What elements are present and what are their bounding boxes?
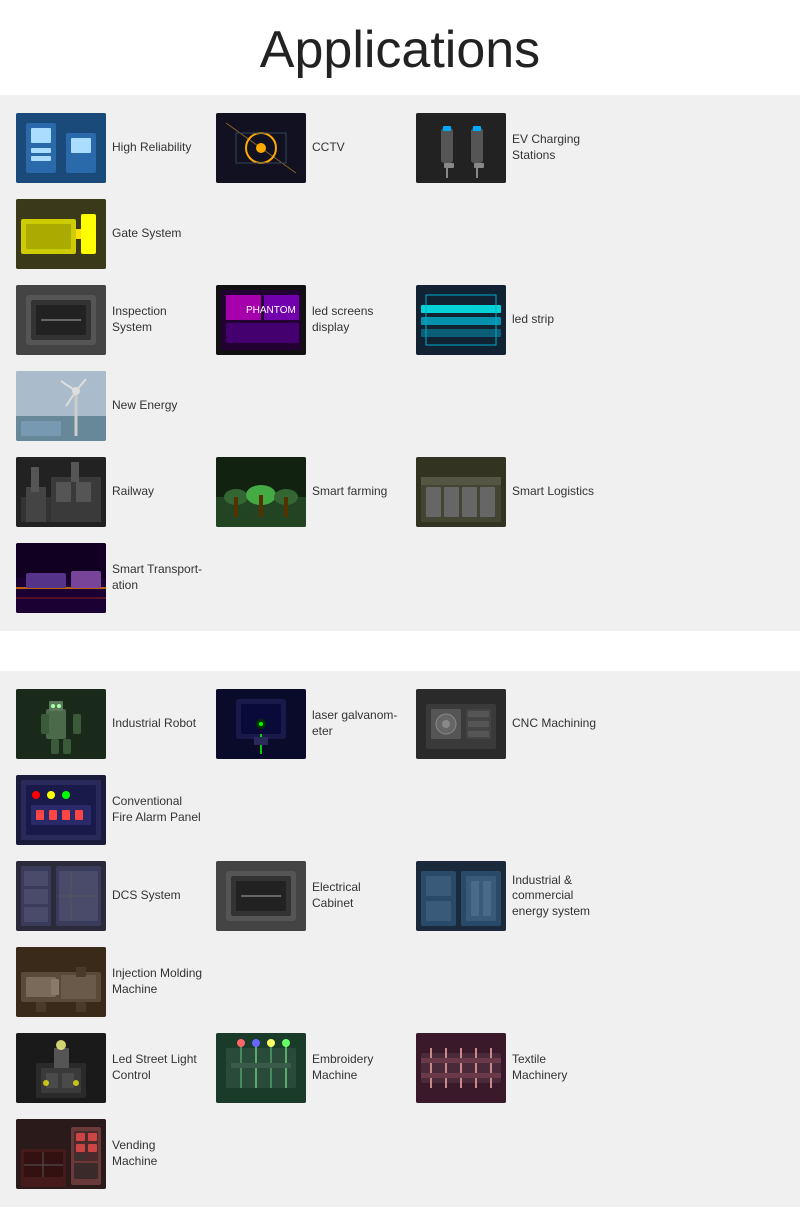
app-item[interactable]: CCTV xyxy=(210,105,410,191)
app-label: Conventional Fire Alarm Panel xyxy=(112,794,204,825)
app-item[interactable]: laser galvanom-eter xyxy=(210,681,410,767)
app-label: Gate System xyxy=(112,226,204,242)
app-label: EV Charging Stations xyxy=(512,132,604,163)
app-item[interactable]: EV Charging Stations xyxy=(410,105,610,191)
app-item[interactable]: Smart farming xyxy=(210,449,410,535)
grid-row-2-2: DCS System Electrical Cabinet Industrial… xyxy=(10,853,790,1025)
app-thumbnail xyxy=(16,1119,106,1189)
grid-row-2-1: Industrial Robot laser galvanom-eter CNC… xyxy=(10,681,790,853)
grid-row-1-2: Inspection System PHANTOM led screens di… xyxy=(10,277,790,449)
grid-row-2-3: Led Street Light Control Embroidery Mach… xyxy=(10,1025,790,1197)
app-thumbnail xyxy=(216,457,306,527)
app-thumbnail xyxy=(416,1033,506,1103)
grid-row-1-1: High Reliability CCTV EV Charging Statio… xyxy=(10,105,790,277)
app-thumbnail xyxy=(416,285,506,355)
section-1: High Reliability CCTV EV Charging Statio… xyxy=(0,95,800,631)
app-thumbnail xyxy=(216,113,306,183)
app-thumbnail xyxy=(16,947,106,1017)
app-label: Industrial Robot xyxy=(112,716,204,732)
app-label: Electrical Cabinet xyxy=(312,880,404,911)
app-item[interactable]: Led Street Light Control xyxy=(10,1025,210,1111)
app-label: Inspection System xyxy=(112,304,204,335)
app-label: Smart Logistics xyxy=(512,484,604,500)
app-thumbnail: PHANTOM xyxy=(216,285,306,355)
page-title: Applications xyxy=(0,0,800,95)
grid-row-1-3: Railway Smart farming Smart Logistics Sm… xyxy=(10,449,790,621)
app-label: Smart Transport-ation xyxy=(112,562,204,593)
app-thumbnail xyxy=(16,543,106,613)
app-thumbnail xyxy=(216,861,306,931)
app-label: CCTV xyxy=(312,140,404,156)
app-item[interactable]: Railway xyxy=(10,449,210,535)
app-label: Embroidery Machine xyxy=(312,1052,404,1083)
app-item[interactable]: Smart Transport-ation xyxy=(10,535,210,621)
app-item[interactable]: New Energy xyxy=(10,363,210,449)
app-item[interactable]: Inspection System xyxy=(10,277,210,363)
app-thumbnail xyxy=(16,1033,106,1103)
app-label: laser galvanom-eter xyxy=(312,708,404,739)
app-item[interactable]: Conventional Fire Alarm Panel xyxy=(10,767,210,853)
app-label: Vending Machine xyxy=(112,1138,204,1169)
app-item[interactable]: PHANTOM led screens display xyxy=(210,277,410,363)
app-item[interactable]: High Reliability xyxy=(10,105,210,191)
app-thumbnail xyxy=(416,861,506,931)
app-thumbnail xyxy=(16,457,106,527)
app-thumbnail xyxy=(216,1033,306,1103)
app-thumbnail xyxy=(16,689,106,759)
app-thumbnail xyxy=(416,689,506,759)
app-thumbnail xyxy=(16,861,106,931)
app-thumbnail xyxy=(16,775,106,845)
app-label: Led Street Light Control xyxy=(112,1052,204,1083)
app-item[interactable]: Smart Logistics xyxy=(410,449,610,535)
section-2: Industrial Robot laser galvanom-eter CNC… xyxy=(0,671,800,1207)
app-label: CNC Machining xyxy=(512,716,604,732)
app-label: Injection Molding Machine xyxy=(112,966,204,997)
app-item[interactable]: Electrical Cabinet xyxy=(210,853,410,939)
app-thumbnail xyxy=(16,113,106,183)
app-label: led screens display xyxy=(312,304,404,335)
svg-text:PHANTOM: PHANTOM xyxy=(246,305,296,316)
app-item[interactable]: Textile Machinery xyxy=(410,1025,610,1111)
app-label: Smart farming xyxy=(312,484,404,500)
app-label: Textile Machinery xyxy=(512,1052,604,1083)
app-item[interactable]: CNC Machining xyxy=(410,681,610,767)
app-thumbnail xyxy=(16,371,106,441)
app-thumbnail xyxy=(16,199,106,269)
app-item[interactable]: DCS System xyxy=(10,853,210,939)
app-thumbnail xyxy=(16,285,106,355)
app-item[interactable]: Vending Machine xyxy=(10,1111,210,1197)
app-thumbnail xyxy=(216,689,306,759)
app-label: DCS System xyxy=(112,888,204,904)
app-item[interactable]: Gate System xyxy=(10,191,210,277)
app-label: High Reliability xyxy=(112,140,204,156)
app-item[interactable]: Injection Molding Machine xyxy=(10,939,210,1025)
app-thumbnail xyxy=(416,457,506,527)
app-item[interactable]: Embroidery Machine xyxy=(210,1025,410,1111)
app-label: led strip xyxy=(512,312,604,328)
app-thumbnail xyxy=(416,113,506,183)
app-label: Industrial & commercial energy system xyxy=(512,873,604,920)
app-label: Railway xyxy=(112,484,204,500)
app-label: New Energy xyxy=(112,398,204,414)
app-item[interactable]: Industrial & commercial energy system xyxy=(410,853,610,939)
app-item[interactable]: Industrial Robot xyxy=(10,681,210,767)
app-item[interactable]: led strip xyxy=(410,277,610,363)
